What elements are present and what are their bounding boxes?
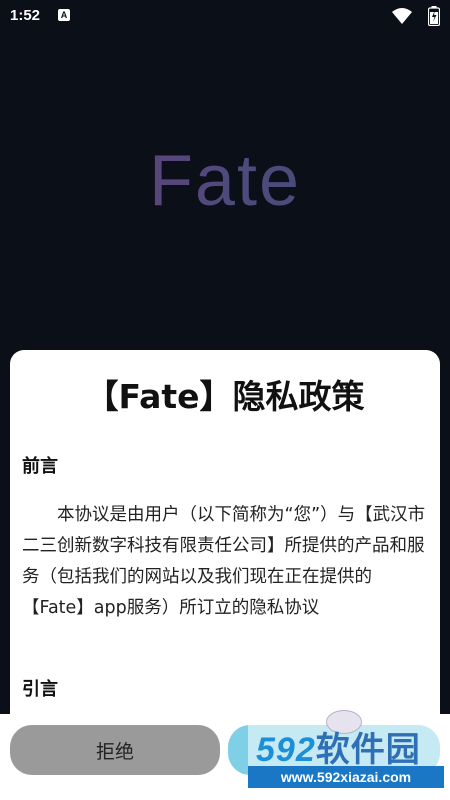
status-bar: 1:52 A bbox=[0, 0, 450, 32]
dialog-title: 【Fate】隐私政策 bbox=[85, 377, 365, 416]
battery-icon bbox=[427, 6, 441, 30]
splash-logo: Fate bbox=[0, 140, 450, 222]
wifi-icon bbox=[392, 7, 412, 29]
section-body-preface: 本协议是由用户（以下简称为“您”）与【武汉市二三创新数字科技有限责任公司】所提供… bbox=[22, 505, 426, 618]
watermark-brand: 592软件园 bbox=[256, 722, 421, 771]
section-heading-introduction: 引言 bbox=[22, 679, 58, 700]
a-icon: A bbox=[58, 9, 70, 21]
privacy-policy-dialog: 【Fate】隐私政策 前言 本协议是由用户（以下简称为“您”）与【武汉市二三创新… bbox=[10, 350, 440, 714]
watermark-logo: 592软件园 www.592xiazai.com bbox=[248, 710, 450, 800]
reject-button[interactable]: 拒绝 bbox=[10, 725, 220, 775]
section-heading-preface: 前言 bbox=[22, 456, 58, 477]
status-time: 1:52 bbox=[10, 7, 41, 24]
watermark-brand-text: 软件园 bbox=[315, 731, 421, 769]
watermark-url: www.592xiazai.com bbox=[248, 766, 444, 788]
watermark-brand-number: 592 bbox=[256, 731, 316, 769]
